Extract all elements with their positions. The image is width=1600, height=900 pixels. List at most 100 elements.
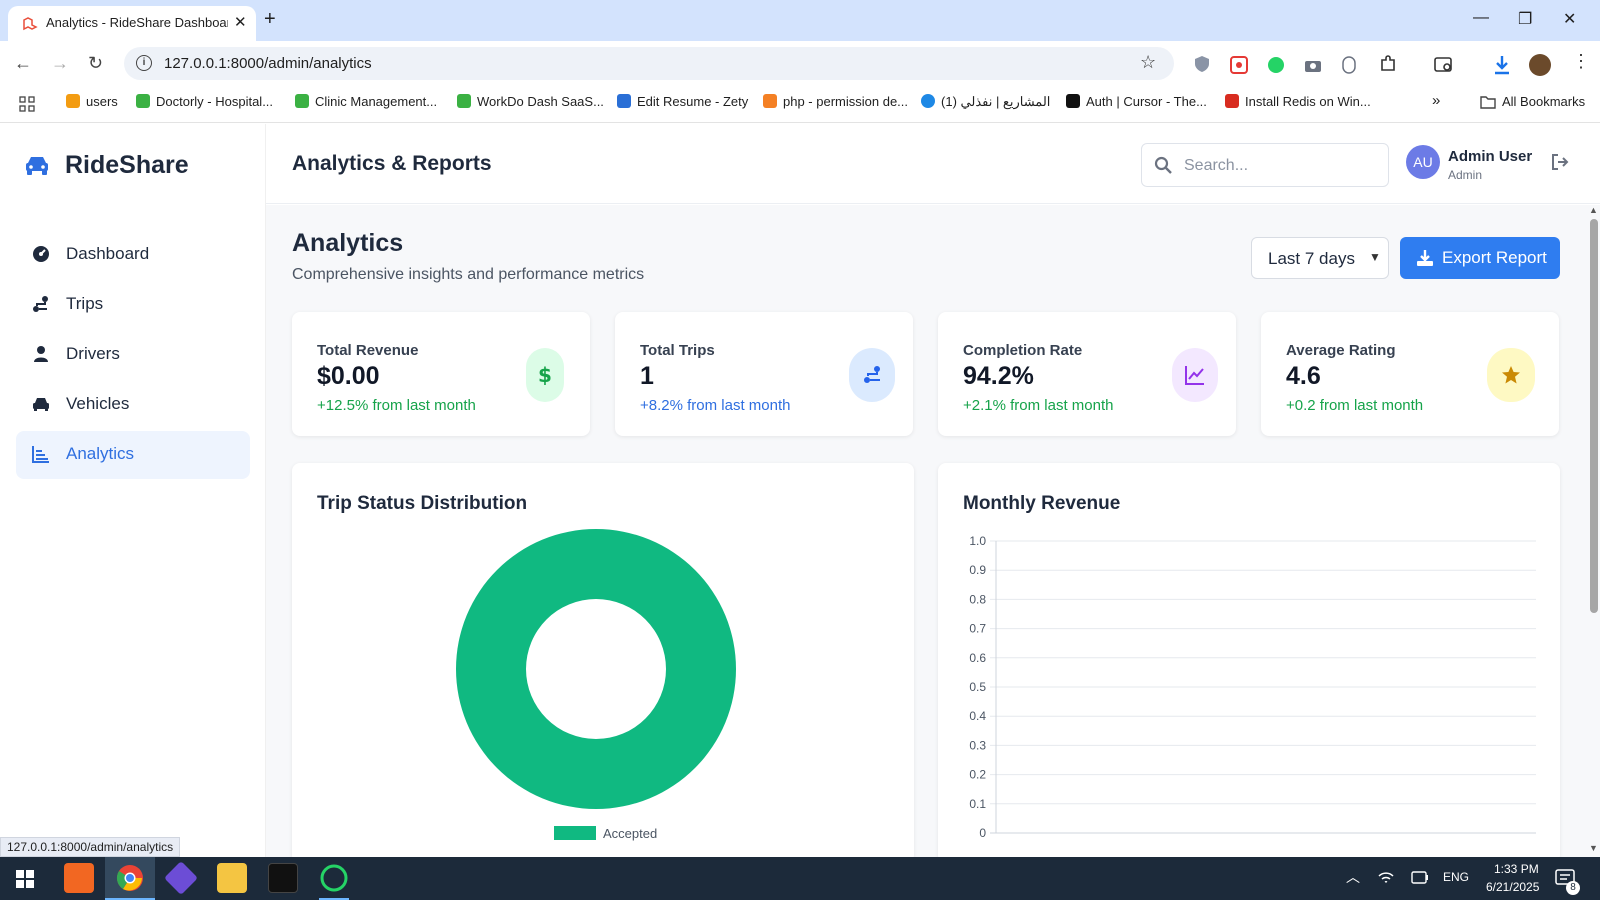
date-range-value: Last 7 days <box>1268 249 1355 268</box>
more-bookmarks-icon[interactable]: » <box>1432 92 1440 109</box>
address-bar[interactable]: i 127.0.0.1:8000/admin/analytics ☆ <box>124 47 1174 80</box>
bookmark-star-icon[interactable]: ☆ <box>1140 52 1156 73</box>
stat-value: 1 <box>640 362 654 390</box>
star-icon <box>1502 366 1520 384</box>
workdo-icon <box>457 94 471 108</box>
legend-swatch[interactable] <box>554 826 596 840</box>
y-tick-label: 0.9 <box>969 563 986 577</box>
stat-icon-badge <box>849 348 895 402</box>
bookmark-item[interactable]: Auth | Cursor - The... <box>1066 94 1207 109</box>
download-icon[interactable] <box>1492 54 1512 76</box>
scrollbar-thumb[interactable] <box>1590 219 1598 613</box>
sidebar: RideShare Dashboard Trips Drivers Vehicl… <box>0 124 266 857</box>
stat-label: Total Trips <box>640 342 715 359</box>
bookmark-item[interactable]: Clinic Management... <box>295 94 437 109</box>
stat-change: +12.5% from last month <box>317 397 476 414</box>
bookmark-label: Auth | Cursor - The... <box>1086 94 1207 109</box>
stat-card-trips: Total Trips 1 +8.2% from last month <box>615 312 913 436</box>
trip-status-donut-chart: Accepted <box>456 529 736 841</box>
xampp-icon[interactable] <box>64 863 94 893</box>
stat-icon-badge <box>1487 348 1535 402</box>
donut-slice-accepted[interactable] <box>456 529 736 809</box>
stat-icon-badge: $ <box>526 348 564 402</box>
profile-avatar[interactable] <box>1529 54 1551 76</box>
sidebar-item-analytics[interactable]: Analytics <box>16 431 250 479</box>
extensions-puzzle-icon[interactable] <box>1379 55 1397 73</box>
new-tab-button[interactable]: + <box>264 8 276 31</box>
browser-menu-icon[interactable]: ⋮ <box>1572 51 1590 72</box>
logout-icon[interactable] <box>1551 153 1569 171</box>
close-window-icon[interactable]: ✕ <box>1563 9 1576 29</box>
battery-icon[interactable] <box>1411 871 1429 884</box>
y-tick-label: 0.6 <box>969 651 986 665</box>
windows-start-icon[interactable] <box>15 869 35 889</box>
avatar[interactable]: AU <box>1406 145 1440 179</box>
legend-label[interactable]: Accepted <box>603 826 657 841</box>
mouse-icon[interactable] <box>1342 56 1356 74</box>
bookmark-item[interactable]: المشاريع | نفذلي (1) <box>921 94 1050 110</box>
bookmark-item[interactable]: Edit Resume - Zety <box>617 94 748 109</box>
sidebar-item-dashboard[interactable]: Dashboard <box>16 231 250 279</box>
cursor-icon <box>1066 94 1080 108</box>
date-range-select[interactable]: Last 7 days ▼ <box>1251 237 1389 279</box>
stat-change: +0.2 from last month <box>1286 397 1424 414</box>
apps-grid-icon[interactable] <box>19 96 35 112</box>
page-scrollbar[interactable]: ▲ ▼ <box>1588 205 1600 857</box>
export-report-button[interactable]: Export Report <box>1400 237 1560 279</box>
tab-search-icon[interactable] <box>1434 56 1454 74</box>
clock-date[interactable]: 6/21/2025 <box>1486 880 1539 894</box>
cursor-app-icon[interactable] <box>268 863 298 893</box>
whatsapp-app-icon[interactable] <box>319 863 349 893</box>
bookmark-item[interactable]: users <box>66 94 118 109</box>
tray-chevron-up-icon[interactable]: ︿ <box>1346 867 1360 887</box>
stat-label: Average Rating <box>1286 342 1396 359</box>
screenshot-extension-icon[interactable] <box>1230 56 1248 74</box>
reload-icon[interactable]: ↻ <box>88 53 103 74</box>
sidebar-item-vehicles[interactable]: Vehicles <box>16 381 250 429</box>
language-indicator[interactable]: ENG <box>1443 870 1469 884</box>
sidebar-item-trips[interactable]: Trips <box>16 281 250 329</box>
chart-bar-icon <box>32 446 49 463</box>
wifi-icon[interactable] <box>1378 870 1394 886</box>
search-placeholder: Search... <box>1184 157 1249 174</box>
bookmark-label: المشاريع | نفذلي (1) <box>941 94 1051 109</box>
sidebar-item-label: Analytics <box>66 444 135 463</box>
brand-name[interactable]: RideShare <box>65 151 189 180</box>
chrome-icon[interactable] <box>115 863 145 893</box>
stat-value: 4.6 <box>1286 362 1321 390</box>
bookmark-label: Install Redis on Win... <box>1245 94 1371 109</box>
bookmark-item[interactable]: WorkDo Dash SaaS... <box>457 94 604 109</box>
search-input[interactable]: Search... <box>1141 143 1389 187</box>
stat-change: +2.1% from last month <box>963 397 1114 414</box>
file-explorer-icon[interactable] <box>217 863 247 893</box>
y-tick-label: 0.8 <box>969 592 986 606</box>
bookmark-item[interactable]: Install Redis on Win... <box>1225 94 1371 109</box>
svg-text:$: $ <box>538 365 552 385</box>
sidebar-item-drivers[interactable]: Drivers <box>16 331 250 379</box>
all-bookmarks[interactable]: All Bookmarks <box>1480 94 1585 109</box>
whatsapp-extension-icon[interactable] <box>1267 56 1285 74</box>
scroll-up-icon[interactable]: ▲ <box>1589 205 1598 215</box>
bookmark-item[interactable]: Doctorly - Hospital... <box>136 94 273 109</box>
stat-card-completion: Completion Rate 94.2% +2.1% from last mo… <box>938 312 1236 436</box>
stat-card-revenue: Total Revenue $0.00 +12.5% from last mon… <box>292 312 590 436</box>
clock-time[interactable]: 1:33 PM <box>1494 862 1539 876</box>
main-content: Analytics Comprehensive insights and per… <box>266 205 1588 857</box>
dollar-icon: $ <box>538 365 552 385</box>
browser-tab[interactable]: Analytics - RideShare Dashboar ✕ <box>8 6 256 41</box>
site-info-icon[interactable]: i <box>136 55 152 71</box>
user-name: Admin User <box>1448 148 1533 165</box>
close-tab-icon[interactable]: ✕ <box>234 13 247 31</box>
back-icon[interactable]: ← <box>14 53 32 74</box>
shield-extension-icon[interactable] <box>1194 55 1210 73</box>
route-icon <box>33 296 48 312</box>
camera-icon[interactable] <box>1304 56 1322 74</box>
minimize-icon[interactable]: — <box>1473 9 1489 27</box>
scroll-down-icon[interactable]: ▼ <box>1589 843 1598 853</box>
y-tick-label: 0.4 <box>969 709 986 723</box>
y-tick-label: 0.7 <box>969 622 986 636</box>
git-tool-icon[interactable] <box>164 861 198 895</box>
forward-icon[interactable]: → <box>51 53 69 74</box>
bookmark-item[interactable]: php - permission de... <box>763 94 908 109</box>
restore-icon[interactable]: ❐ <box>1518 9 1532 29</box>
